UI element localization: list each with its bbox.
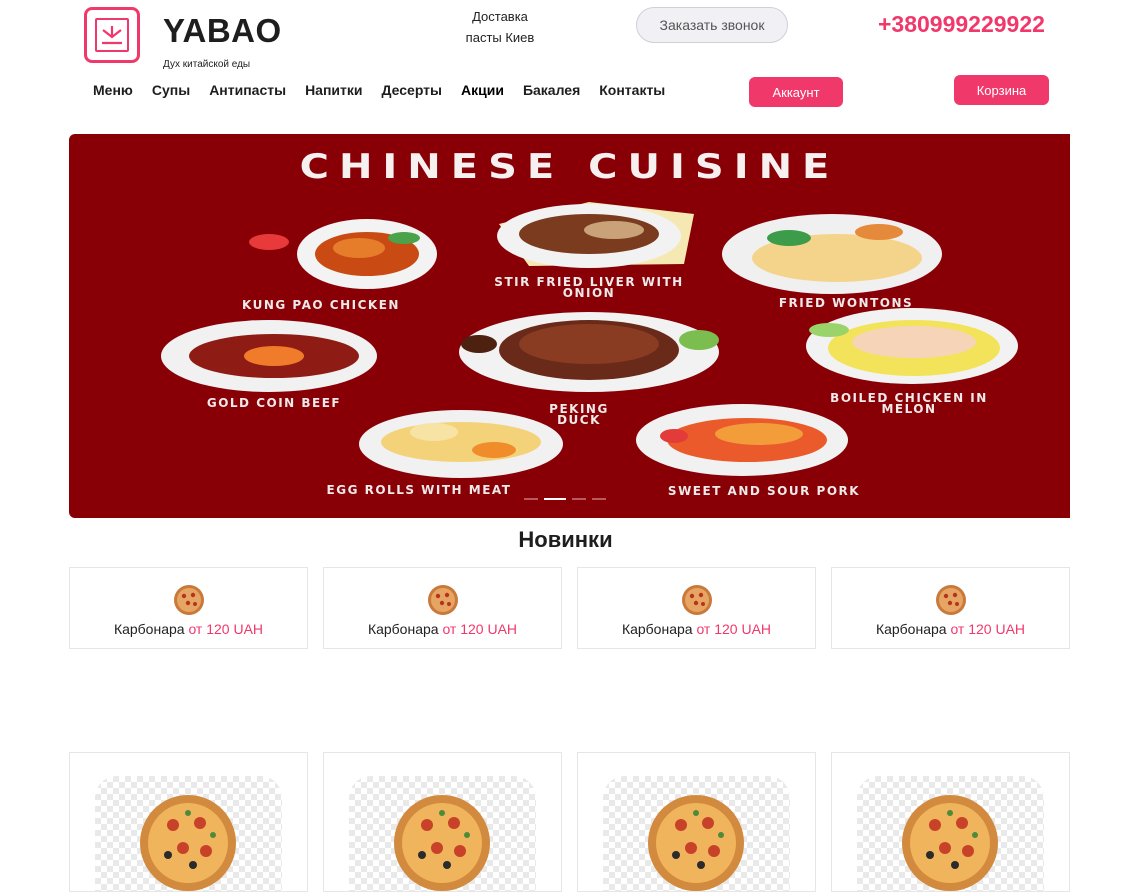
dish-label: EGG ROLLS WITH MEAT — [326, 483, 512, 497]
product-card[interactable]: Карбонара от 120 UAH — [69, 567, 308, 649]
tagline: Дух китайской еды — [163, 59, 251, 70]
plate-egg-rolls — [359, 410, 563, 478]
carousel-dot[interactable] — [572, 498, 586, 500]
nav-item-drinks[interactable]: Напитки — [305, 82, 362, 98]
plate-wontons — [722, 214, 942, 294]
dish-label: BOILED CHICKEN IN MELON — [830, 391, 988, 416]
plate-peking-duck — [459, 312, 719, 392]
product-label: Карбонара от 120 UAH — [114, 621, 263, 637]
pizza-icon — [648, 795, 744, 891]
phone-link[interactable]: +380999229922 — [878, 11, 1045, 38]
delivery-info: Доставка пасты Киев — [460, 6, 540, 48]
delivery-line: пасты Киев — [465, 30, 535, 45]
product-price: от 120 UAH — [950, 621, 1026, 637]
product-name: Карбонара — [367, 621, 439, 637]
nav-item-contacts[interactable]: Контакты — [599, 82, 665, 98]
main-nav: Меню Супы Антипасты Напитки Десерты Акци… — [93, 82, 684, 98]
pizza-icon — [140, 795, 236, 891]
account-button[interactable]: Аккаунт — [749, 77, 843, 107]
section-title: Новинки — [518, 527, 613, 552]
dish-label: FRIED WONTONS — [778, 296, 914, 310]
plate-kung-pao — [249, 219, 437, 289]
product-card-large[interactable] — [69, 752, 308, 892]
plate-liver — [497, 202, 694, 268]
pizza-icon — [902, 795, 998, 891]
product-name: Карбонара — [113, 621, 185, 637]
delivery-line: Доставка — [472, 9, 528, 24]
product-name: Карбонара — [875, 621, 947, 637]
pizza-icon — [173, 585, 204, 615]
product-card-large[interactable] — [323, 752, 562, 892]
product-card[interactable]: Карбонара от 120 UAH — [577, 567, 816, 649]
product-card[interactable]: Карбонара от 120 UAH — [831, 567, 1070, 649]
hero-banner[interactable]: CHINESE CUISINE KUNG PAO CHICKEN STIR FR… — [69, 134, 1070, 518]
product-card-large[interactable] — [577, 752, 816, 892]
cart-button[interactable]: Корзина — [954, 75, 1049, 105]
brand-name[interactable]: YABAO — [163, 12, 282, 50]
nav-item-promotions[interactable]: Акции — [461, 82, 504, 98]
dish-label: KUNG PAO CHICKEN — [242, 298, 400, 312]
carousel-dot[interactable] — [592, 498, 606, 500]
product-card[interactable]: Карбонара от 120 UAH — [323, 567, 562, 649]
carousel-dot-active[interactable] — [544, 498, 566, 500]
box-icon — [95, 18, 129, 52]
product-price: от 120 UAH — [442, 621, 518, 637]
pizza-icon — [427, 585, 458, 615]
product-label: Карбонара от 120 UAH — [876, 621, 1025, 637]
nav-item-grocery[interactable]: Бакалея — [523, 82, 580, 98]
product-label: Карбонара от 120 UAH — [622, 621, 771, 637]
product-card-large[interactable] — [831, 752, 1070, 892]
request-call-button[interactable]: Заказать звонок — [636, 7, 788, 43]
banner-illustration — [161, 202, 1018, 478]
pizza-icon — [935, 585, 966, 615]
product-name: Карбонара — [621, 621, 693, 637]
product-price: от 120 UAH — [188, 621, 264, 637]
plate-boiled-chicken — [806, 308, 1018, 384]
product-price: от 120 UAH — [696, 621, 772, 637]
nav-item-antipasti[interactable]: Антипасты — [209, 82, 286, 98]
nav-item-soups[interactable]: Супы — [152, 82, 190, 98]
dish-label: SWEET AND SOUR PORK — [667, 484, 861, 498]
pizza-icon — [394, 795, 490, 891]
carousel-dot[interactable] — [524, 498, 538, 500]
product-label: Карбонара от 120 UAH — [368, 621, 517, 637]
nav-item-menu[interactable]: Меню — [93, 82, 133, 98]
nav-item-desserts[interactable]: Десерты — [382, 82, 443, 98]
dish-label: PEKING DUCK — [549, 402, 609, 427]
logo[interactable] — [84, 7, 140, 63]
pizza-icon — [681, 585, 712, 615]
plate-gold-coin-beef — [161, 320, 377, 392]
dish-label: STIR FRIED LIVER WITH ONION — [494, 275, 684, 300]
carousel-dots — [524, 498, 606, 500]
dish-label: GOLD COIN BEEF — [206, 396, 342, 410]
